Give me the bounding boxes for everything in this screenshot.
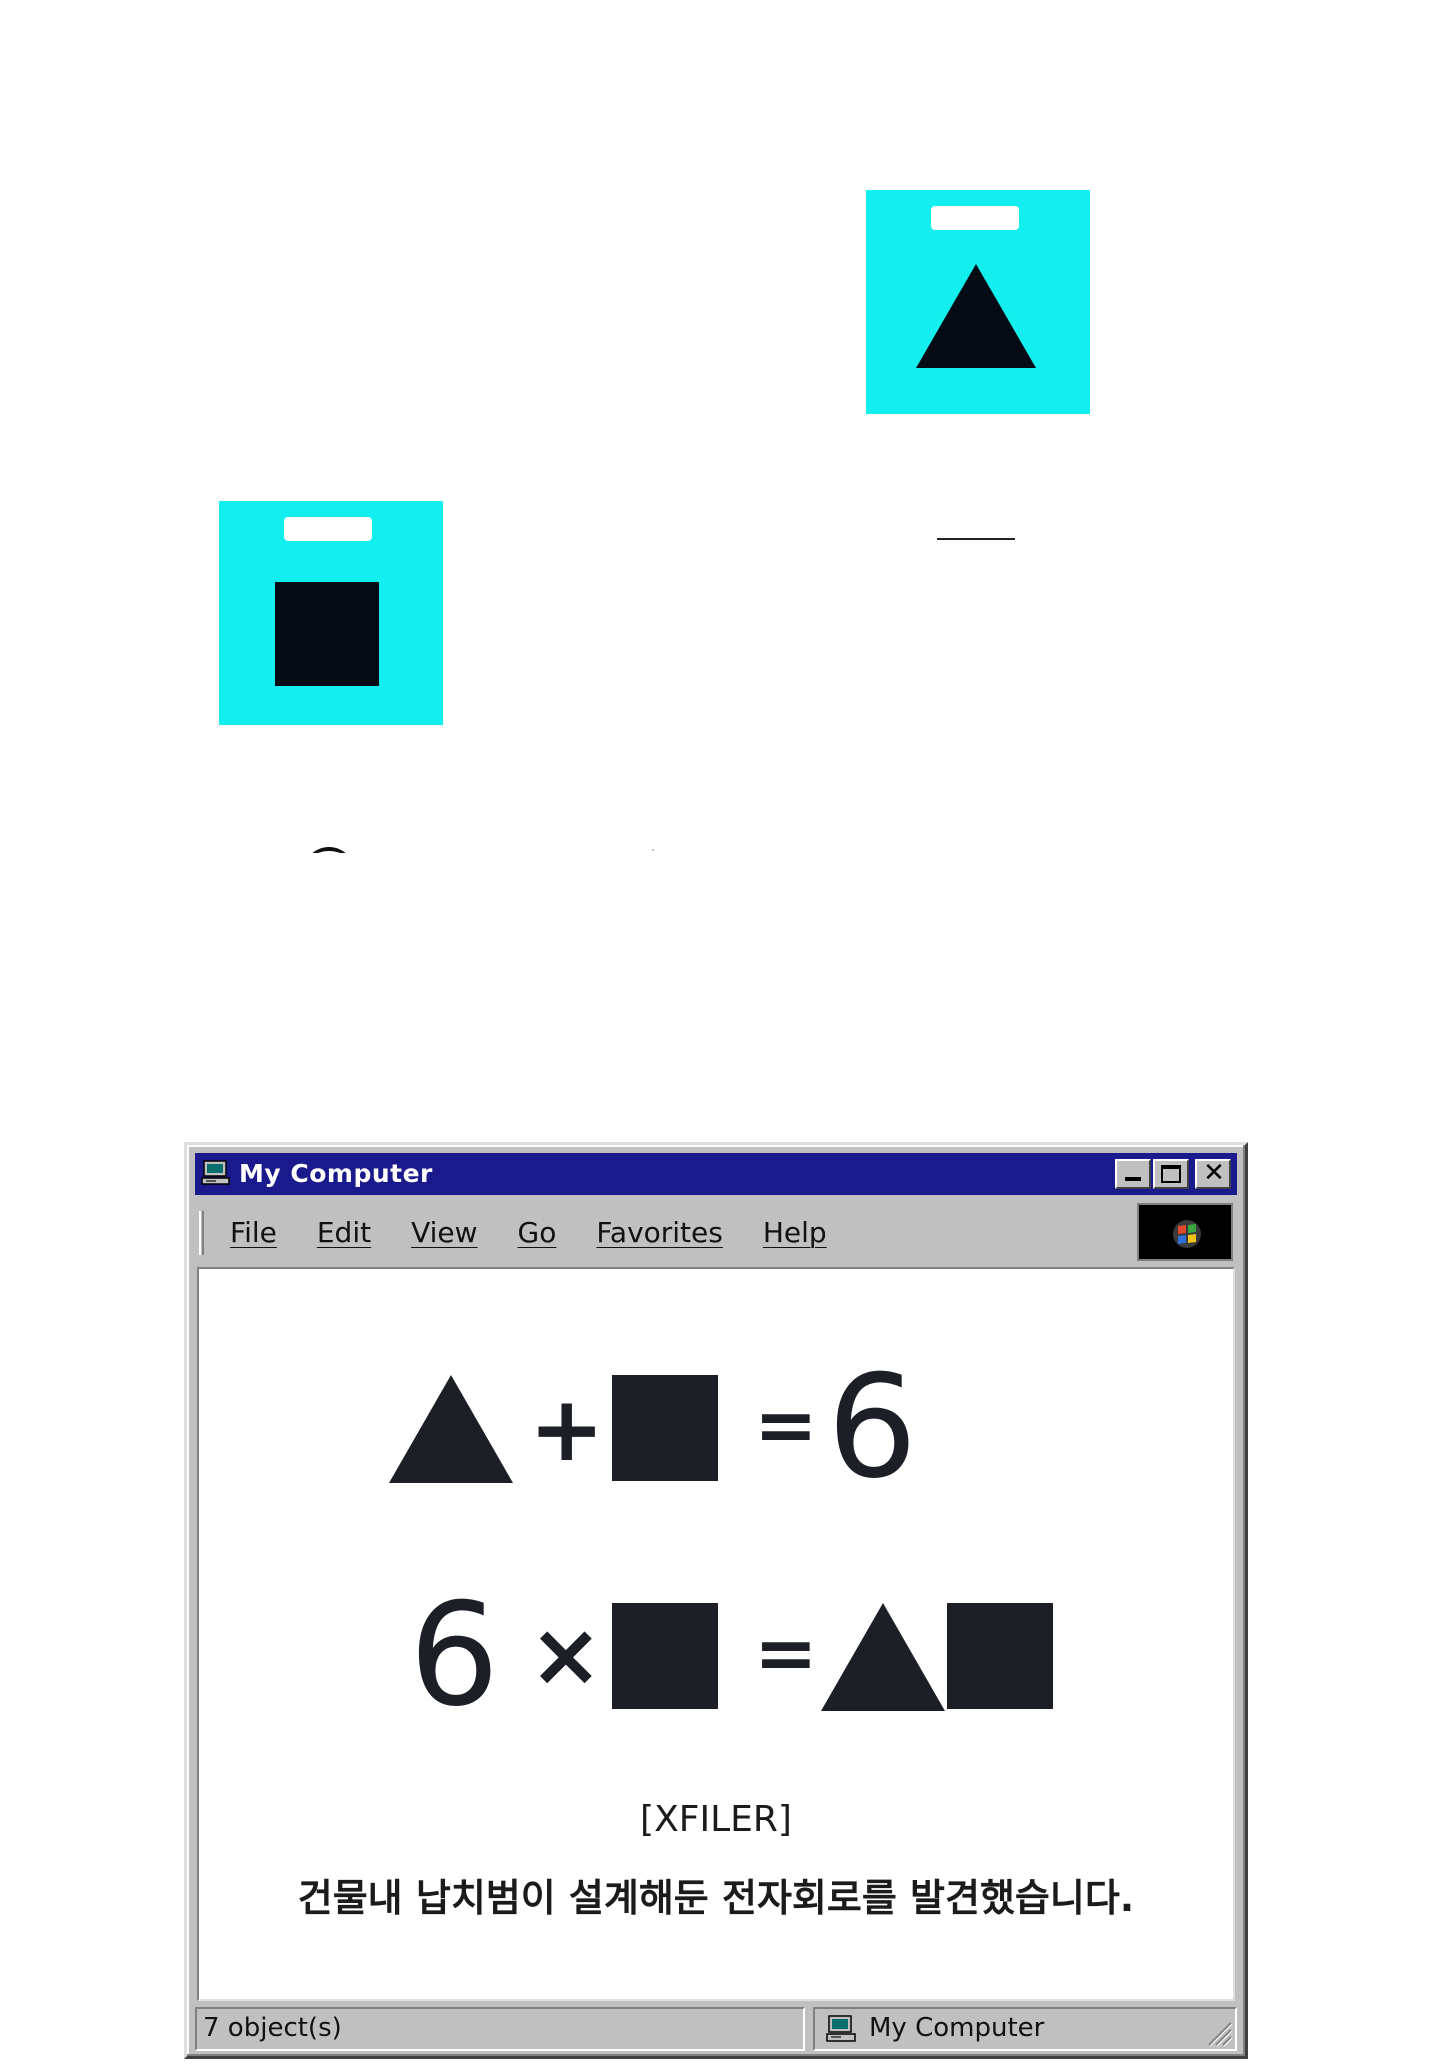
menu-edit[interactable]: Edit: [317, 1217, 371, 1249]
triangle-icon: [389, 1375, 513, 1483]
status-object-count: 7 object(s): [195, 2007, 805, 2051]
triangle-tile: [866, 190, 1090, 414]
menu-bar: File Edit View Go Favorites Help: [195, 1201, 1237, 1263]
window-title: My Computer: [239, 1159, 433, 1188]
browser-throbber: [1137, 1203, 1233, 1261]
maximize-icon: [1161, 1165, 1181, 1183]
content-pane: + = 6 6 × = [XFILER] 건물내 납치범이 설계해둔 전자회로를…: [197, 1267, 1235, 2001]
tile-tab: [931, 206, 1019, 230]
tile-tab: [284, 517, 372, 541]
computer-icon: [826, 2015, 856, 2042]
windows-logo-icon: [1173, 1220, 1201, 1248]
equation-2: 6 × =: [199, 1585, 1233, 1727]
square-icon: [612, 1603, 718, 1709]
minimize-icon: [1125, 1177, 1141, 1181]
close-button[interactable]: ✕: [1195, 1158, 1231, 1189]
equals-sign: =: [754, 1380, 818, 1469]
toolbar-grip[interactable]: [199, 1211, 204, 1255]
menu-view[interactable]: View: [411, 1217, 477, 1249]
triangle-icon: [821, 1603, 945, 1711]
menu-help[interactable]: Help: [763, 1217, 827, 1249]
close-icon: ✕: [1203, 1158, 1225, 1188]
square-tile: [219, 501, 443, 725]
menu-go[interactable]: Go: [518, 1217, 557, 1249]
maximize-button[interactable]: [1153, 1159, 1189, 1189]
divider-line: [937, 538, 1015, 540]
caption-message: 건물내 납치범이 설계해둔 전자회로를 발견했습니다.: [297, 1876, 1135, 1920]
plus-sign: +: [529, 1377, 605, 1482]
title-bar[interactable]: My Computer ✕: [195, 1153, 1237, 1195]
status-location-label: My Computer: [869, 2013, 1045, 2043]
computer-icon: [201, 1160, 230, 1185]
equals-sign: =: [754, 1608, 818, 1697]
triangle-icon: [916, 264, 1036, 368]
menu-file[interactable]: File: [230, 1217, 277, 1249]
status-bar: 7 object(s) My Computer: [195, 2007, 1237, 2051]
result-number: 6: [827, 1345, 918, 1510]
my-computer-window: My Computer ✕ File Edit View Go Favorite…: [184, 1142, 1248, 2059]
cropped-shape-fragment: [303, 847, 355, 853]
cropped-dot-fragment: [652, 849, 654, 851]
square-icon: [275, 582, 379, 686]
times-sign: ×: [529, 1603, 603, 1706]
lhs-number: 6: [409, 1573, 500, 1738]
resize-grip-icon[interactable]: [1203, 2017, 1233, 2047]
menu-items: File Edit View Go Favorites Help: [230, 1217, 867, 1249]
minimize-button[interactable]: [1115, 1159, 1151, 1189]
square-icon: [947, 1603, 1053, 1709]
equation-1: + = 6: [199, 1357, 1233, 1499]
menu-favorites[interactable]: Favorites: [596, 1217, 722, 1249]
status-location: My Computer: [813, 2007, 1237, 2051]
caption-tag: [XFILER]: [640, 1799, 792, 1840]
square-icon: [612, 1375, 718, 1481]
